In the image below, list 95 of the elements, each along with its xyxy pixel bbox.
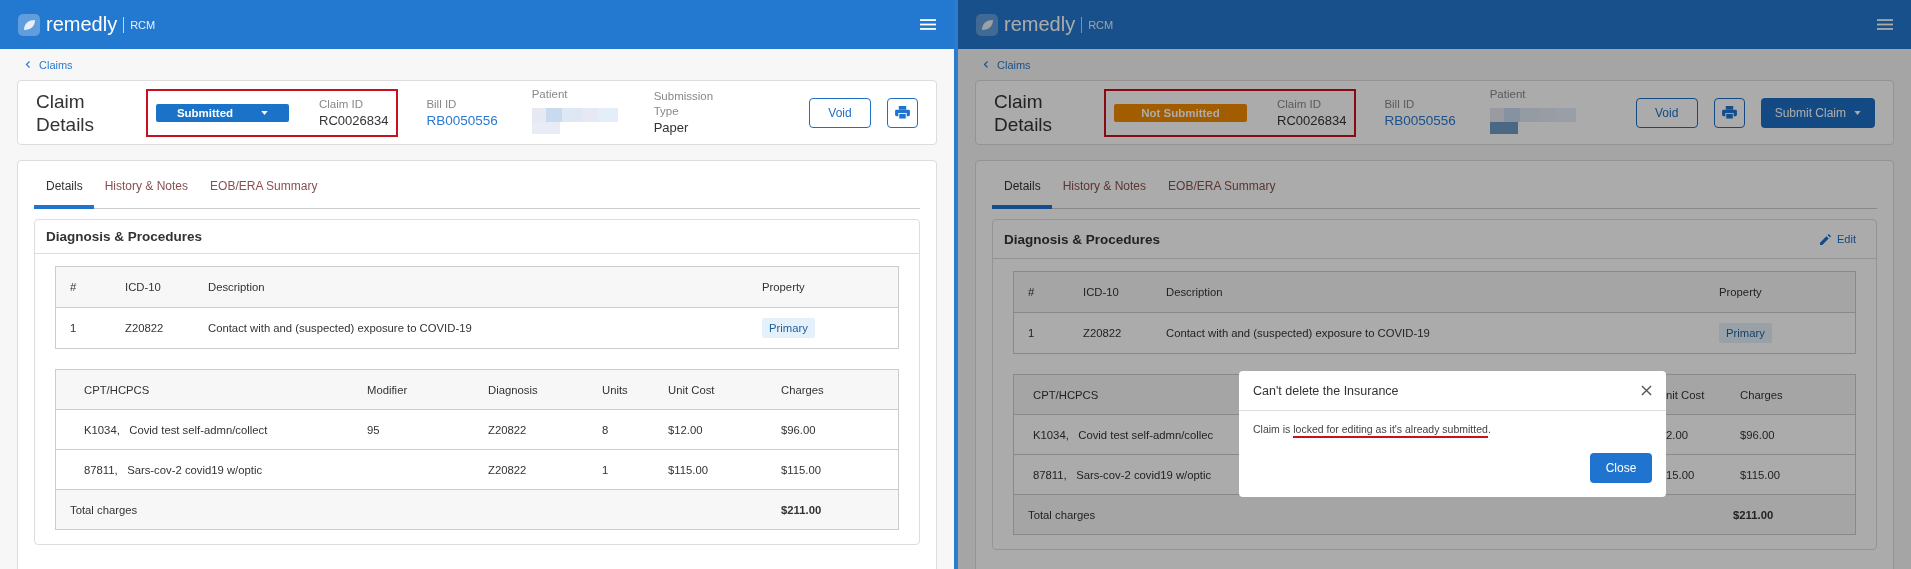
table-cell-text: 87811, Sars-cov-2 covid19 w/optic: [1033, 468, 1213, 481]
table-cell-text: $115.00: [1740, 468, 1781, 481]
table-cell-text: 2.00: [1666, 428, 1689, 441]
column-header: Units: [602, 383, 629, 396]
table-cell-text: $115.00: [781, 463, 822, 476]
menu-icon[interactable]: [1877, 18, 1893, 31]
column-header: #: [1028, 286, 1036, 298]
property-tag: Primary: [1719, 323, 1772, 343]
page-title: Claim Details: [36, 89, 96, 136]
tab[interactable]: Details: [992, 179, 1052, 209]
table-cell-text: K1034, Covid test self-admn/collect: [84, 423, 269, 436]
tab[interactable]: History & Notes: [93, 179, 200, 209]
field-label: Claim ID: [319, 96, 365, 112]
field-label: Submission Type: [653, 89, 715, 119]
printer-icon: [1721, 106, 1737, 119]
column-header: ICD-10: [1083, 286, 1120, 298]
column-header: Property: [1719, 286, 1763, 298]
table-cell-text: $96.00: [1740, 428, 1776, 441]
table-cell-text: Contact with and (suspected) exposure to COVID-19: [1166, 327, 1431, 339]
dialog-title: Can't delete the Insurance: [1253, 383, 1399, 398]
void-button[interactable]: Void: [1635, 97, 1698, 128]
total-value: $211.00: [781, 503, 823, 516]
table-cell-text: K1034, Covid test self-admn/collec: [1033, 428, 1215, 441]
table-cell-text: Z20822: [488, 423, 528, 436]
section-title: Diagnosis & Procedures: [1004, 231, 1161, 247]
tab[interactable]: Details: [34, 179, 94, 209]
column-header: Description: [208, 281, 266, 293]
field-value: RC0026834: [319, 111, 389, 129]
column-header: CPT/HCPCS: [1033, 388, 1100, 401]
product-name: RCM: [130, 18, 156, 31]
column-header: Modifier: [367, 383, 409, 396]
column-header: #: [70, 281, 78, 293]
field-label: Bill ID: [426, 96, 458, 112]
field-value: Paper: [653, 119, 690, 136]
submit-claim-button[interactable]: Submit Claim: [1760, 97, 1875, 128]
column-header: nit Cost: [1666, 388, 1706, 401]
table-cell-text: Contact with and (suspected) exposure to COVID-19: [208, 322, 473, 334]
total-value: $211.00: [1733, 508, 1775, 521]
close-button[interactable]: Close: [1590, 453, 1652, 483]
page-title: Claim Details: [994, 89, 1054, 136]
print-button[interactable]: [1713, 97, 1745, 128]
field-label: Bill ID: [1384, 96, 1416, 112]
property-tag: Primary: [762, 318, 815, 338]
void-button[interactable]: Void: [809, 97, 871, 128]
column-header: Charges: [1740, 388, 1784, 401]
field-label: Claim ID: [1277, 96, 1323, 112]
table-cell-text: 1: [70, 322, 78, 334]
field-value: RC0026834: [1277, 111, 1347, 129]
column-header: CPT/HCPCS: [84, 383, 151, 396]
table-cell-text: Z20822: [1083, 327, 1123, 339]
table-cell-text: $96.00: [781, 423, 817, 436]
tab[interactable]: History & Notes: [1051, 179, 1158, 209]
total-label: Total charges: [70, 503, 139, 516]
table-cell-text: 8: [602, 423, 610, 436]
status-dropdown[interactable]: Submitted: [156, 103, 289, 122]
close-icon[interactable]: [1641, 385, 1652, 396]
chevron-left-icon[interactable]: [983, 60, 989, 69]
section-title: Diagnosis & Procedures: [46, 229, 203, 244]
tab[interactable]: EOB/ERA Summary: [1157, 179, 1287, 209]
brand-name: remedly: [46, 13, 118, 36]
table-cell-text: 95: [367, 423, 381, 436]
column-header: Diagnosis: [488, 383, 539, 396]
table-cell-text: $12.00: [668, 423, 704, 436]
table-cell-text: 1: [1028, 327, 1036, 339]
column-header: Description: [1166, 286, 1224, 298]
tab[interactable]: EOB/ERA Summary: [199, 179, 329, 209]
caret-icon: [261, 110, 269, 115]
table-cell-text: $115.00: [668, 463, 709, 476]
bill-id-link[interactable]: RB0050556: [1384, 111, 1456, 129]
printer-icon: [895, 106, 910, 119]
breadcrumb-link[interactable]: Claims: [997, 58, 1031, 71]
field-label: Patient: [531, 87, 569, 102]
bill-id-link[interactable]: RB0050556: [426, 111, 498, 129]
menu-icon[interactable]: [920, 18, 936, 31]
field-label: Patient: [1489, 87, 1527, 102]
pencil-icon: [1820, 233, 1832, 245]
table-cell-text: Z20822: [125, 322, 165, 334]
breadcrumb-link[interactable]: Claims: [39, 58, 73, 71]
total-label: Total charges: [1028, 508, 1097, 521]
table-cell-text: 1: [602, 463, 610, 476]
print-button[interactable]: [887, 97, 918, 128]
leaf-logo-icon: [18, 13, 40, 36]
column-header: ICD-10: [125, 281, 162, 293]
column-header: Property: [762, 281, 806, 293]
chevron-left-icon[interactable]: [25, 60, 31, 69]
caret-icon: [1854, 110, 1861, 115]
column-header: Unit Cost: [668, 383, 716, 396]
table-cell-text: Z20822: [488, 463, 528, 476]
table-cell-text: 87811, Sars-cov-2 covid19 w/optic: [84, 463, 264, 476]
product-name: RCM: [1088, 18, 1114, 31]
edit-link[interactable]: Edit: [1820, 233, 1856, 245]
brand-name: remedly: [1004, 13, 1076, 36]
dialog-message: Claim is locked for editing as it's already submitted.: [1239, 411, 1666, 435]
table-cell-text: 15.00: [1666, 468, 1696, 481]
column-header: Charges: [781, 383, 825, 396]
